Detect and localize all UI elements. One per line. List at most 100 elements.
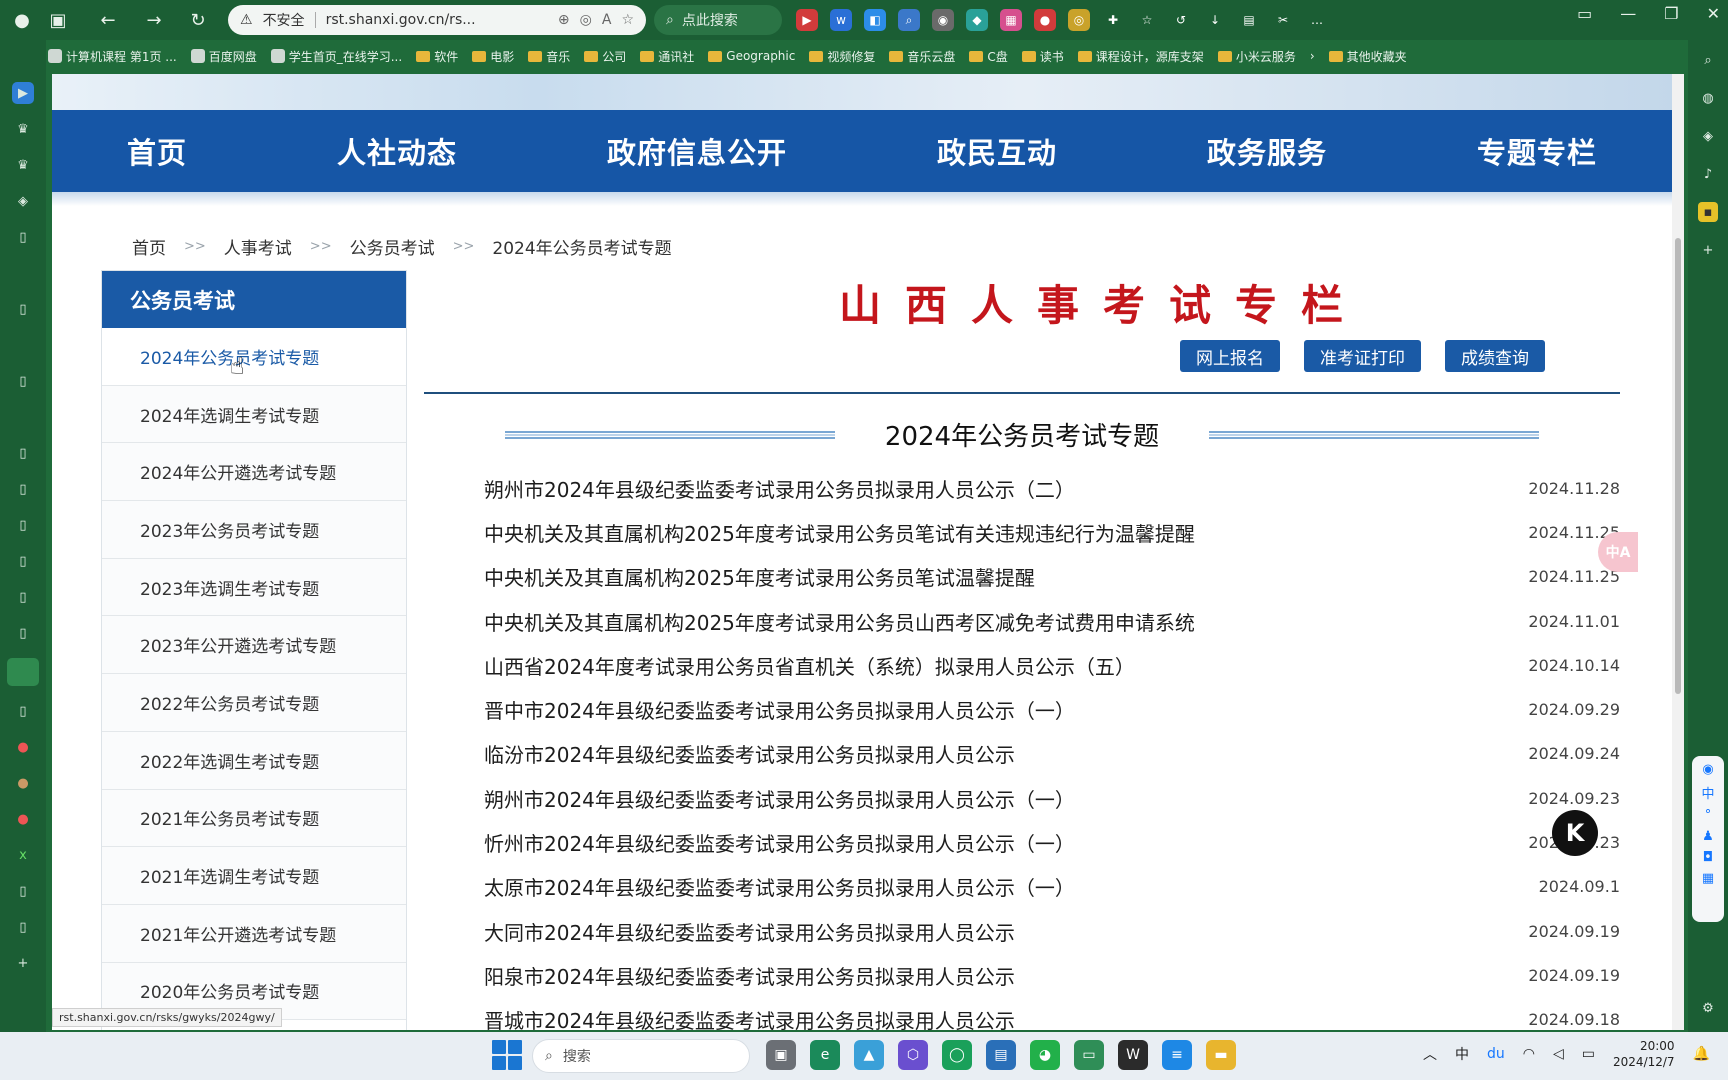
ime-indicator[interactable]: 中 xyxy=(1455,1044,1469,1064)
document-icon[interactable]: ▯ xyxy=(12,442,34,464)
start-icon[interactable] xyxy=(492,1040,522,1070)
bookmark-folder[interactable]: 公司 xyxy=(584,48,626,65)
url-text[interactable]: rst.shanxi.gov.cn/rs... xyxy=(326,12,548,28)
profile-icon[interactable]: ● xyxy=(6,4,38,36)
nav-item-home[interactable]: 首页 xyxy=(127,130,187,172)
search-icon[interactable]: ⌕ xyxy=(1698,50,1718,70)
sidebar-item[interactable]: 2021年公务员考试专题 xyxy=(102,789,406,848)
bookmark-folder[interactable]: 音乐云盘 xyxy=(889,48,955,65)
nav-item-services[interactable]: 政务服务 xyxy=(1207,130,1327,172)
address-bar[interactable]: ⚠ 不安全 rst.shanxi.gov.cn/rs... ⊕ ◎ A ☆ xyxy=(228,5,646,35)
wps-icon[interactable]: W xyxy=(1118,1040,1148,1070)
volume-icon[interactable]: ◁ xyxy=(1553,1046,1564,1062)
tiktok-icon[interactable]: ♪ xyxy=(1698,164,1718,184)
document-icon[interactable]: ▯ xyxy=(12,550,34,572)
document-icon[interactable]: ▯ xyxy=(12,700,34,722)
document-icon[interactable]: ▯ xyxy=(12,916,34,938)
extension-icon[interactable]: ▦ xyxy=(1000,9,1022,31)
news-title-link[interactable]: 忻州市2024年县级纪委监委考试录用公务员拟录用人员公示（一） xyxy=(484,828,1075,857)
news-title-link[interactable]: 大同市2024年县级纪委监委考试录用公务员拟录用人员公示 xyxy=(484,917,1015,946)
breadcrumb-item[interactable]: 首页 xyxy=(132,234,166,259)
sidebar-app-icon[interactable]: ◍ xyxy=(1698,88,1718,108)
robot-icon[interactable]: ◘ xyxy=(1703,850,1713,865)
bookmark-folder[interactable]: 通讯社 xyxy=(640,48,694,65)
sidebar-item[interactable]: 2022年公务员考试专题 xyxy=(102,674,406,732)
app-icon[interactable]: ▭ xyxy=(1074,1040,1104,1070)
more-icon[interactable]: … xyxy=(1306,9,1328,31)
bookmark-folder[interactable]: 电影 xyxy=(472,48,514,65)
news-title-link[interactable]: 朔州市2024年县级纪委监委考试录用公务员拟录用人员公示（二） xyxy=(484,474,1075,503)
save-icon[interactable]: ▤ xyxy=(986,1040,1016,1070)
sidebar-item[interactable]: 2021年公开遴选考试专题 xyxy=(102,904,406,963)
nav-item-news[interactable]: 人社动态 xyxy=(337,130,457,172)
add-icon[interactable]: + xyxy=(1698,240,1718,260)
extension-icon[interactable]: ◎ xyxy=(1068,9,1090,31)
battery-icon[interactable]: ▭ xyxy=(1582,1046,1595,1062)
download-icon[interactable]: ↓ xyxy=(1204,9,1226,31)
scrollbar-thumb[interactable] xyxy=(1675,238,1681,694)
edge-icon[interactable]: e xyxy=(810,1040,840,1070)
punct-icon[interactable]: ° xyxy=(1705,808,1712,823)
extension-icon[interactable]: ● xyxy=(1034,9,1056,31)
folder-icon[interactable]: ▬ xyxy=(1206,1040,1236,1070)
favorite-star-icon[interactable]: ☆ xyxy=(621,12,634,28)
back-icon[interactable]: ← xyxy=(92,4,124,36)
sidebar-item[interactable]: 2023年公务员考试专题 xyxy=(102,501,406,559)
baidu-ime-icon[interactable]: du xyxy=(1487,1046,1505,1062)
breadcrumb-item[interactable]: 人事考试 xyxy=(224,234,292,259)
floating-assistant-icon[interactable]: K xyxy=(1552,810,1598,856)
site-icon[interactable]: ● xyxy=(12,772,34,794)
browser-search-box[interactable]: ⌕ 点此搜索 xyxy=(654,5,782,35)
online-registration-button[interactable]: 网上报名 xyxy=(1180,340,1280,372)
bookmark-folder[interactable]: 读书 xyxy=(1021,48,1064,65)
close-icon[interactable]: ✕ xyxy=(1707,4,1720,23)
nav-item-info-public[interactable]: 政府信息公开 xyxy=(607,130,787,172)
bookmarks-overflow-icon[interactable]: › xyxy=(1310,49,1315,63)
bookmark-item[interactable]: 学生首页_在线学习... xyxy=(270,48,402,65)
forward-icon[interactable]: → xyxy=(138,4,170,36)
site-icon[interactable]: ● xyxy=(12,736,34,758)
minimize-icon[interactable]: — xyxy=(1620,4,1636,23)
document-icon[interactable]: ▯ xyxy=(12,880,34,902)
document-icon[interactable]: ▯ xyxy=(12,478,34,500)
news-title-link[interactable]: 中央机关及其直属机构2025年度考试录用公务员山西考区减免考试费用申请系统 xyxy=(484,607,1195,636)
sidebar-item[interactable]: 2024年公务员考试专题 xyxy=(102,328,406,386)
bookmark-folder[interactable]: 音乐 xyxy=(528,48,570,65)
extension-icon[interactable]: ◉ xyxy=(932,9,954,31)
sidebar-app-icon[interactable]: ▪ xyxy=(1698,202,1718,222)
sidebar-item[interactable]: 2022年选调生考试专题 xyxy=(102,731,406,790)
screenshot-icon[interactable]: ✂ xyxy=(1272,9,1294,31)
document-icon[interactable]: ▯ xyxy=(12,586,34,608)
sidebar-app-icon[interactable]: ♛ xyxy=(12,154,34,176)
notepad-icon[interactable]: ≡ xyxy=(1162,1040,1192,1070)
nav-item-interaction[interactable]: 政民互动 xyxy=(937,130,1057,172)
news-title-link[interactable]: 太原市2024年县级纪委监委考试录用公务员拟录用人员公示（一） xyxy=(484,872,1075,901)
bookmark-folder[interactable]: 小米云服务 xyxy=(1217,48,1296,65)
news-title-link[interactable]: 晋中市2024年县级纪委监委考试录用公务员拟录用人员公示（一） xyxy=(484,695,1075,724)
news-title-link[interactable]: 晋城市2024年县级纪委监委考试录用公务员拟录用人员公示 xyxy=(484,1005,1015,1030)
sidebar-item[interactable]: 2023年选调生考试专题 xyxy=(102,558,406,617)
breadcrumb-item[interactable]: 公务员考试 xyxy=(350,234,435,259)
bookmark-folder[interactable]: Geographic xyxy=(708,49,795,63)
restore-icon[interactable]: ❐ xyxy=(1664,4,1678,23)
bookmark-folder-other[interactable]: 其他收藏夹 xyxy=(1328,48,1407,65)
bookmark-folder[interactable]: 软件 xyxy=(416,48,458,65)
clock[interactable]: 20:00 2024/12/7 xyxy=(1613,1038,1675,1070)
nav-item-topics[interactable]: 专题专栏 xyxy=(1477,130,1597,172)
collections-icon[interactable]: ▤ xyxy=(1238,9,1260,31)
extension-icon[interactable]: ◧ xyxy=(864,9,886,31)
bookmark-folder[interactable]: C盘 xyxy=(969,48,1008,65)
news-title-link[interactable]: 中央机关及其直属机构2025年度考试录用公务员笔试温馨提醒 xyxy=(484,562,1035,591)
excel-icon[interactable]: x xyxy=(12,844,34,866)
chat-icon[interactable]: ◯ xyxy=(942,1040,972,1070)
document-icon[interactable]: ▯ xyxy=(12,298,34,320)
score-query-button[interactable]: 成绩查询 xyxy=(1445,340,1545,372)
reload-icon[interactable]: ↻ xyxy=(182,4,214,36)
sidebar-app-icon[interactable]: ◈ xyxy=(1698,126,1718,146)
grid-icon[interactable]: ▦ xyxy=(1702,871,1714,886)
notification-bell-icon[interactable]: 🔔 xyxy=(1693,1046,1710,1062)
extension-icon[interactable]: ▶ xyxy=(796,9,818,31)
sidebar-app-icon[interactable]: ♛ xyxy=(12,118,34,140)
wifi-icon[interactable]: ◠ xyxy=(1523,1046,1535,1062)
bookmark-item[interactable]: 百度网盘 xyxy=(190,48,257,65)
